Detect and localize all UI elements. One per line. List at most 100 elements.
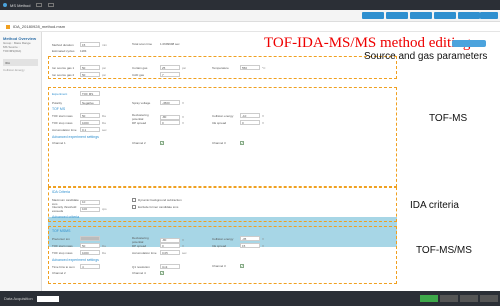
ion-source-gas1-row: Ion source gas 1 50 psi <box>52 65 106 70</box>
msms-collision-row: Collision energy -35 V <box>212 236 265 241</box>
source-gas-label: Source and gas parameters <box>364 51 488 62</box>
polarity-select[interactable]: Negative <box>80 100 100 105</box>
top-toolbar <box>0 10 500 22</box>
accumulation-field[interactable]: 0.1 <box>80 127 100 132</box>
method-duration-row: Method duration 15 min <box>52 42 107 47</box>
checkbox-icon[interactable] <box>132 198 136 202</box>
precursor-field[interactable] <box>80 236 100 241</box>
curtain-gas-row: Curtain gas 25 psi <box>132 65 186 70</box>
top-right-button[interactable] <box>452 40 486 47</box>
overview-item-ida[interactable]: IDA <box>3 59 38 66</box>
toolbar-button-5[interactable] <box>458 12 480 19</box>
method-editor: TOF-IDA-MS/MS method editing Method dura… <box>44 32 500 291</box>
precursor-row: Precursor ion <box>52 236 100 241</box>
toolbar-button-2[interactable] <box>386 12 408 19</box>
ce-spread-field[interactable]: 0 <box>240 120 260 125</box>
dp-spread-field[interactable]: 0 <box>160 120 180 125</box>
status-button-green[interactable] <box>420 295 438 302</box>
msms-dp-spread-field[interactable]: 0 <box>160 243 180 248</box>
total-scan-time-row: Total scan time 1.0699998 sec <box>132 42 180 46</box>
status-bar: Data Acquisition <box>0 291 500 306</box>
toolbar-button-6[interactable] <box>480 12 498 19</box>
method-duration-field[interactable]: 15 <box>80 42 100 47</box>
status-button-1[interactable] <box>440 295 458 302</box>
msms-accum-field[interactable]: 0.05 <box>160 250 180 255</box>
dynamic-bg-row: Dynamic background subtraction <box>132 198 182 202</box>
intensity-threshold-field[interactable]: 100 <box>80 206 100 212</box>
msms-tof-stop-field[interactable]: 1000 <box>80 250 100 255</box>
advanced-criteria-heading[interactable]: Advanced criteria <box>52 215 79 219</box>
overview-line: MS Source : TOF/MS(IDA) <box>3 45 22 53</box>
msms-declustering-field[interactable]: -80 <box>160 237 180 243</box>
tofmsms-label: TOF-MS/MS <box>416 245 472 256</box>
file-path: IDA_20180928_method.msm <box>13 24 66 29</box>
tofmsms-section <box>48 226 397 284</box>
msms-tof-start-field[interactable]: 50 <box>80 243 100 248</box>
app-icon <box>3 3 7 7</box>
tof-stop-field[interactable]: 1000 <box>80 120 100 125</box>
tof-start-row: TOF start mass 50 Da <box>52 113 106 118</box>
ida-criteria-label: IDA criteria <box>410 200 459 211</box>
curtain-gas-field[interactable]: 25 <box>160 65 180 70</box>
q1-resolution-select[interactable]: Unit <box>160 264 180 269</box>
toolbar-button-4[interactable] <box>434 12 456 19</box>
channel3-row: Channel 3 ✓ <box>212 141 244 145</box>
title-bar: MS Method <box>0 0 500 10</box>
collision-energy-field[interactable]: -10 <box>240 113 260 118</box>
temperature-field[interactable]: 550 <box>240 65 260 70</box>
channel1-row: Channel 1 <box>52 141 66 145</box>
accumulation-row: Accumulation time 0.1 sec <box>52 127 107 132</box>
overview-item-collision[interactable]: Collision Energy <box>3 68 38 72</box>
q1-resolution-row: Q1 resolution Unit <box>132 264 180 269</box>
msms-subheading: TOF MSMS <box>52 229 71 233</box>
status-field[interactable] <box>36 295 59 302</box>
checkbox-icon[interactable] <box>132 205 136 209</box>
time-bins-field[interactable]: 4 <box>80 264 100 269</box>
advanced-settings-heading-2[interactable]: Advanced experiment settings <box>52 258 99 262</box>
status-button-3[interactable] <box>480 295 498 302</box>
toolbar-button-1[interactable] <box>362 12 384 19</box>
toolbar-button-3[interactable] <box>410 12 432 19</box>
file-path-bar: IDA_20180928_method.msm <box>0 22 500 32</box>
max-candidate-field[interactable]: 10 <box>80 199 100 205</box>
msms-channel4-row: Channel 4 ✓ <box>132 271 164 275</box>
file-icon <box>6 24 10 29</box>
tofms-section <box>48 87 397 187</box>
ion-source-gas2-field[interactable]: 50 <box>80 72 100 77</box>
msms-ce-spread-field[interactable]: 15 <box>240 243 260 248</box>
window-control-icon[interactable] <box>36 3 43 7</box>
declustering-field[interactable]: -80 <box>160 114 180 120</box>
experiment-select[interactable]: TOF MS <box>80 91 100 96</box>
msms-channel3-row: Channel 3 ✓ <box>212 264 244 268</box>
msms-dp-spread-row: DP spread 0 V <box>132 243 185 248</box>
msms-accum-row: Accumulation time 0.05 sec <box>132 250 187 255</box>
total-scan-time-value: 1.0699998 sec <box>160 42 180 46</box>
ion-source-gas1-field[interactable]: 50 <box>80 65 100 70</box>
checkbox-icon[interactable]: ✓ <box>160 141 164 145</box>
checkbox-icon[interactable]: ✓ <box>240 141 244 145</box>
estimated-cycles-row: Estimated cycles 1184 <box>52 49 87 53</box>
checkbox-icon[interactable]: ✓ <box>240 264 244 268</box>
tofms-label: TOF-MS <box>429 113 468 124</box>
msms-collision-field[interactable]: -35 <box>240 236 260 241</box>
status-button-2[interactable] <box>460 295 478 302</box>
ion-source-gas2-row: Ion source gas 2 50 psi <box>52 72 106 77</box>
msms-channel2-row: Channel 2 <box>52 271 66 275</box>
cad-gas-field[interactable]: 7 <box>160 72 180 77</box>
tof-start-field[interactable]: 50 <box>80 113 100 118</box>
polarity-row: Polarity Negative <box>52 100 100 105</box>
ce-spread-row: CE spread 0 V <box>212 120 265 125</box>
checkbox-icon[interactable]: ✓ <box>160 271 164 275</box>
intensity-threshold-row: Intensity threshold exceeds 100 cps <box>52 205 107 213</box>
msms-tof-stop-row: TOF stop mass 1000 Da <box>52 250 106 255</box>
window-title: MS Method <box>10 2 31 8</box>
channel2-row: Channel 2 ✓ <box>132 141 164 145</box>
dp-spread-row: DP spread 0 V <box>132 120 185 125</box>
spray-voltage-field[interactable]: -4500 <box>160 100 180 105</box>
experiment-row: Experiment TOF MS <box>52 91 100 96</box>
cad-gas-row: CAD gas 7 <box>132 72 180 77</box>
tof-stop-row: TOF stop mass 1000 Da <box>52 120 106 125</box>
window-control-icon[interactable] <box>48 3 55 7</box>
page-title: TOF-IDA-MS/MS method editing <box>264 35 471 51</box>
advanced-settings-heading[interactable]: Advanced experiment settings <box>52 135 99 139</box>
